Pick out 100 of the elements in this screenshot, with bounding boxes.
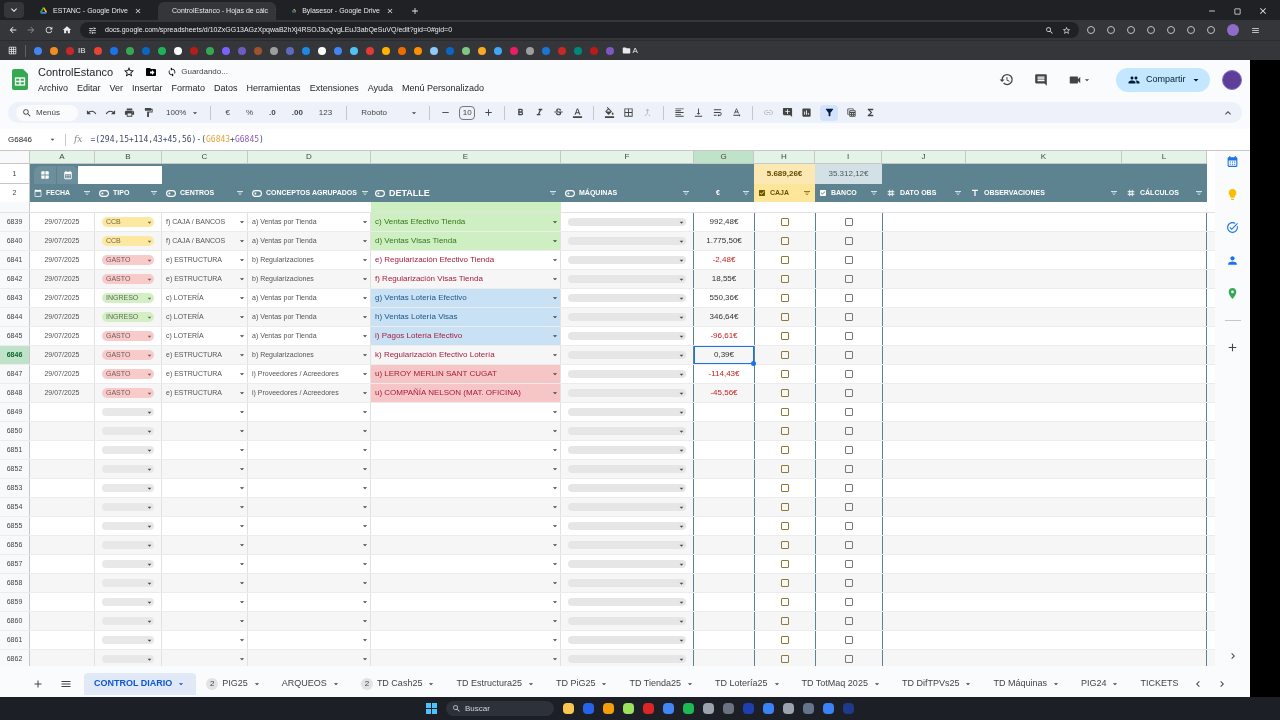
menu-item[interactable]: Archivo [38,82,68,96]
checkbox[interactable] [845,408,853,417]
percent-button[interactable]: % [241,106,258,119]
checkbox[interactable] [781,503,789,512]
checkbox[interactable] [781,465,789,474]
checkbox[interactable] [845,579,853,588]
taskbar-app-icon[interactable] [623,703,634,714]
rotate-text-icon[interactable] [731,107,743,119]
column-header[interactable]: H [754,151,815,165]
checkbox[interactable] [845,237,853,246]
menu-icon[interactable] [1251,25,1260,35]
taskbar-app-icon[interactable] [783,703,794,714]
column-header[interactable]: J [882,151,966,165]
comment-icon[interactable] [1034,72,1048,87]
table-icon[interactable] [846,107,858,119]
checkbox[interactable] [781,370,789,379]
vertical-align-icon[interactable] [693,107,705,119]
currency-button[interactable]: € [221,106,234,119]
taskbar-app-icon[interactable] [703,703,714,714]
windows-logo[interactable] [426,703,437,714]
checkbox[interactable] [845,541,853,550]
taskbar-app-icon[interactable] [683,703,694,714]
font-size-field[interactable]: 10 [459,105,476,120]
checkbox[interactable] [845,351,853,360]
tab-list-icon[interactable] [4,2,24,18]
cell-reference[interactable]: G6846 [0,133,48,146]
checkbox[interactable] [781,655,789,664]
checkbox[interactable] [781,560,789,569]
checkbox[interactable] [781,541,789,550]
checkbox[interactable] [845,256,853,265]
profile-avatar[interactable] [1227,24,1239,36]
user-avatar[interactable] [1222,69,1242,90]
checkbox[interactable] [845,389,853,398]
paint-format-icon[interactable] [143,107,154,119]
checkbox[interactable] [845,218,853,227]
close-icon[interactable] [134,7,142,15]
map-pin-icon[interactable] [1226,287,1239,301]
fill-handle[interactable] [751,361,756,367]
bookmark-folder[interactable]: A [632,44,638,57]
text-color-icon[interactable] [572,107,584,119]
table-view-icon[interactable] [34,166,56,185]
menu-item[interactable]: Insertar [132,82,163,96]
checkbox[interactable] [781,636,789,645]
taskbar-app-icon[interactable] [823,703,834,714]
column-header[interactable]: I [815,151,882,165]
maximize-icon[interactable] [1233,6,1242,16]
checkbox[interactable] [781,218,789,227]
menu-item[interactable]: Ver [109,82,124,96]
tasks-icon[interactable] [1226,221,1239,235]
checkbox[interactable] [781,408,789,417]
filter-icon[interactable] [820,104,839,121]
star-icon[interactable] [123,66,136,79]
menu-search-field[interactable]: Menús [16,104,78,121]
move-folder-icon[interactable] [145,66,158,79]
table-menu-icon[interactable] [56,166,78,185]
history-icon[interactable] [999,72,1014,88]
menu-item[interactable]: Ayuda [367,82,393,96]
column-header[interactable]: G [694,151,754,165]
checkbox[interactable] [781,522,789,531]
document-title[interactable]: ControlEstanco [38,63,114,81]
wrap-icon[interactable] [712,107,724,119]
checkbox[interactable] [781,598,789,607]
menu-item[interactable]: Herramientas [246,82,301,96]
reload-icon[interactable] [44,25,54,35]
row-header-cell[interactable] [0,202,30,213]
column-header[interactable]: B [95,151,162,165]
print-icon[interactable] [124,107,135,119]
menu-item[interactable]: Extensiones [309,82,359,96]
number-format-button[interactable]: 123 [314,106,337,119]
plus-icon[interactable] [483,107,495,119]
checkbox[interactable] [845,275,853,284]
close-icon[interactable] [1258,6,1268,16]
column-header[interactable]: K [966,151,1122,165]
checkbox[interactable] [845,446,853,455]
sheet-tab[interactable]: TD PiG25 [545,672,620,695]
sheet-tab[interactable]: ARQUEOS [271,672,351,695]
checkbox[interactable] [845,427,853,436]
column-header[interactable]: L [1122,151,1207,165]
add-comment-icon[interactable] [782,107,794,119]
zoom-select[interactable]: 100% [166,106,187,119]
column-header[interactable]: D [248,151,371,165]
sheet-tab[interactable]: TD Máquinas [983,672,1071,695]
chart-icon[interactable] [801,107,813,119]
checkbox[interactable] [845,655,853,664]
taskbar-app-icon[interactable] [763,703,774,714]
checkbox[interactable] [781,237,789,246]
sheet-tab[interactable]: TD TotMaq 2025 [791,672,892,695]
checkbox[interactable] [845,617,853,626]
site-settings-icon[interactable] [88,25,97,35]
increase-decimal-button[interactable]: .00 [287,106,307,119]
column-header[interactable]: F [561,151,694,165]
checkbox[interactable] [845,560,853,569]
sheet-tab[interactable]: TICKETS [1130,672,1189,695]
checkbox[interactable] [781,427,789,436]
checkbox[interactable] [781,351,789,360]
borders-icon[interactable] [623,107,635,119]
header-cell[interactable]: DETALLE [371,184,561,203]
sheet-tab[interactable]: TD DifTPVs25 [891,672,984,695]
checkbox[interactable] [781,446,789,455]
decrease-decimal-button[interactable]: .0 [265,106,280,119]
